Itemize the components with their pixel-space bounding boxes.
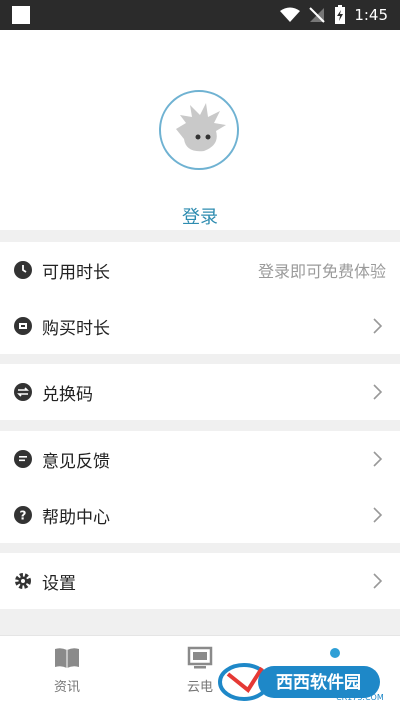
usage-time-hint: 登录即可免费体验	[257, 262, 386, 281]
feedback-label: 意见反馈	[42, 451, 110, 472]
profile-header: 登录	[0, 30, 400, 230]
wifi-icon	[280, 7, 301, 22]
watermark-text: 西西软件园	[276, 672, 361, 693]
no-signal-icon	[309, 7, 326, 23]
monitor-icon	[187, 646, 213, 669]
usage-time-row[interactable]: 可用时长 登录即可免费体验	[0, 242, 400, 298]
redeem-code-label: 兑换码	[42, 384, 93, 405]
settings-row[interactable]: 设置	[0, 553, 400, 609]
buy-time-row[interactable]: 购买时长	[0, 298, 400, 354]
help-center-label: 帮助中心	[42, 507, 110, 528]
help-icon: ?	[12, 504, 34, 526]
help-center-row[interactable]: ? 帮助中心	[0, 487, 400, 543]
chevron-right-icon	[373, 573, 383, 589]
battery-icon	[335, 5, 346, 24]
tab-news[interactable]: 资讯	[17, 646, 117, 695]
chevron-right-icon	[373, 318, 383, 334]
status-bar: 1:45	[0, 0, 400, 30]
purchase-icon	[12, 315, 34, 337]
login-link[interactable]: 登录	[0, 203, 400, 229]
buy-time-label: 购买时长	[42, 318, 110, 339]
feedback-row[interactable]: 意见反馈	[0, 431, 400, 487]
status-time: 1:45	[354, 6, 388, 24]
gear-icon	[12, 570, 34, 592]
avatar-silhouette-icon	[176, 103, 226, 152]
usage-time-label: 可用时长	[42, 262, 110, 283]
notification-square-icon	[12, 6, 30, 24]
chat-bubble-icon	[12, 448, 34, 470]
svg-text:?: ?	[20, 509, 27, 523]
exchange-icon	[12, 381, 34, 403]
settings-label: 设置	[42, 573, 76, 594]
menu-section-settings: 设置	[0, 553, 400, 609]
redeem-code-row[interactable]: 兑换码	[0, 364, 400, 420]
menu-section-redeem: 兑换码	[0, 364, 400, 420]
book-icon	[55, 648, 79, 668]
chevron-right-icon	[373, 507, 383, 523]
menu-section-time: 可用时长 登录即可免费体验 购买时长	[0, 242, 400, 354]
chevron-right-icon	[373, 384, 383, 400]
tab-news-label: 资讯	[53, 680, 80, 695]
watermark-url: CR173.COM	[336, 693, 383, 702]
watermark-logo: 西西软件园 CR173.COM	[218, 663, 383, 702]
chevron-right-icon	[373, 451, 383, 467]
menu-section-support: 意见反馈 ? 帮助中心	[0, 431, 400, 543]
clock-icon	[12, 259, 34, 281]
avatar[interactable]	[159, 90, 239, 170]
